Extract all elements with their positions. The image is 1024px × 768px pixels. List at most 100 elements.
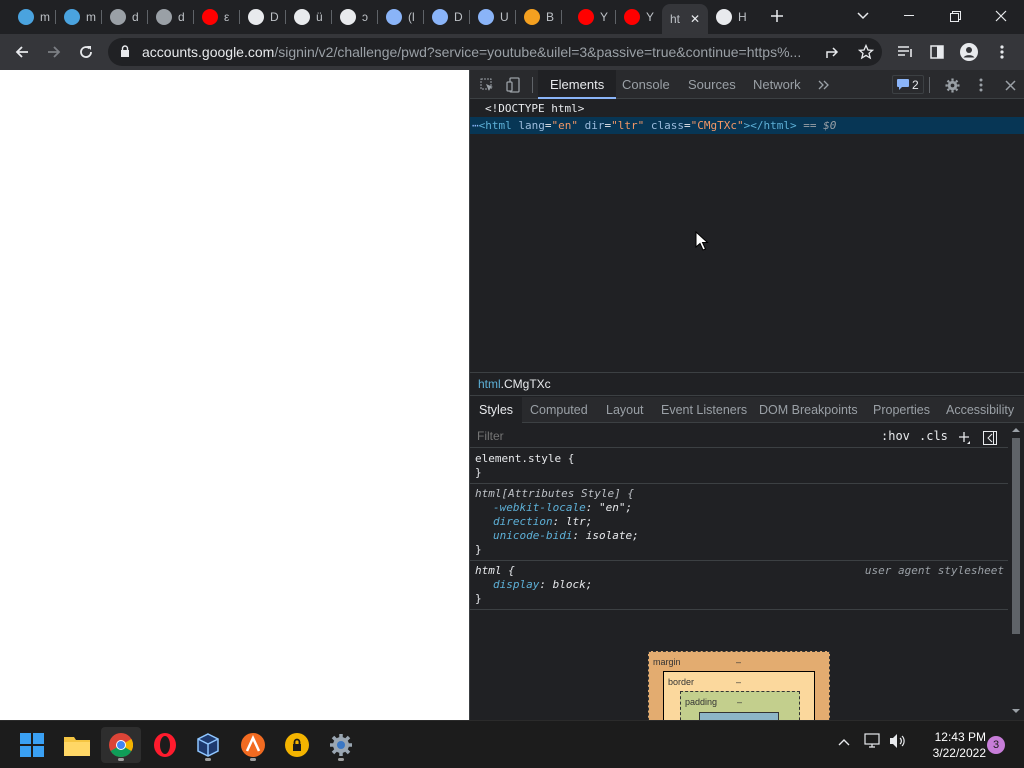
- home-app-icon: [432, 9, 448, 25]
- notification-badge[interactable]: 3: [987, 736, 1005, 754]
- share-button[interactable]: [820, 38, 848, 66]
- close-devtools-icon[interactable]: [1001, 76, 1019, 94]
- css-declaration[interactable]: direction: ltr;: [475, 515, 1006, 529]
- taskbar-vpn-app[interactable]: [233, 727, 273, 763]
- tab-sources[interactable]: Sources: [676, 70, 748, 99]
- tab-elements[interactable]: Elements: [538, 70, 617, 99]
- volume-control[interactable]: [889, 733, 907, 752]
- scroll-down-icon[interactable]: [1012, 708, 1020, 714]
- scroll-up-icon[interactable]: [1012, 427, 1020, 433]
- tab-styles[interactable]: Styles: [470, 397, 523, 423]
- bookmark-button[interactable]: [852, 38, 880, 66]
- tab-properties[interactable]: Properties: [864, 397, 939, 423]
- taskbar-chrome[interactable]: [101, 727, 141, 763]
- browser-tab[interactable]: D: [424, 4, 470, 30]
- taskbar-opera[interactable]: [145, 727, 185, 763]
- css-prop-value: ltr;: [565, 515, 593, 528]
- browser-tab[interactable]: U: [470, 4, 516, 30]
- close-window-button[interactable]: [978, 0, 1024, 32]
- clock-time: 12:43 PM: [934, 730, 986, 744]
- browser-tab[interactable]: (l: [378, 4, 424, 30]
- forward-button[interactable]: [40, 38, 68, 66]
- tab-title: (l: [408, 10, 415, 24]
- taskbar-virtualbox[interactable]: [188, 727, 228, 763]
- dom-attr-value: "en": [551, 119, 579, 132]
- browser-tab[interactable]: H: [708, 4, 754, 30]
- folder-icon: [64, 737, 90, 756]
- tab-console[interactable]: Console: [610, 70, 682, 99]
- chevron-down-icon: [857, 12, 869, 20]
- css-declaration[interactable]: display: block;: [475, 578, 1006, 592]
- rule-close-brace: }: [475, 592, 482, 605]
- reload-button[interactable]: [72, 38, 100, 66]
- tab-search-button[interactable]: [840, 0, 886, 32]
- rule-html-ua[interactable]: user agent stylesheet html { display: bl…: [470, 561, 1010, 610]
- inspect-element-icon[interactable]: [478, 76, 496, 94]
- css-declaration[interactable]: unicode-bidi: isolate;: [475, 529, 1006, 543]
- browser-tab[interactable]: ht ✕: [662, 4, 708, 34]
- hover-state-toggle[interactable]: :hov: [881, 424, 910, 448]
- tab-network[interactable]: Network: [741, 70, 813, 99]
- browser-tab[interactable]: d: [148, 4, 194, 30]
- tab-event-listeners[interactable]: Event Listeners: [652, 397, 756, 423]
- more-tabs-icon[interactable]: [815, 76, 833, 94]
- breadcrumb-item-html[interactable]: html.CMgTXc: [476, 373, 553, 395]
- browser-tab[interactable]: ɔ: [332, 4, 378, 30]
- tab-accessibility[interactable]: Accessibility: [937, 397, 1023, 423]
- tab-title: D: [454, 10, 463, 24]
- network-status[interactable]: [864, 733, 882, 752]
- rule-attributes-style[interactable]: html[Attributes Style] { -webkit-locale:…: [470, 484, 1010, 561]
- bot-icon: [524, 9, 540, 25]
- dom-node-html[interactable]: ⋯<html lang="en" dir="ltr" class="CMgTXc…: [470, 117, 1024, 134]
- edge-fish-icon: [64, 9, 80, 25]
- browser-tab[interactable]: ε: [194, 4, 240, 30]
- restore-button[interactable]: [932, 0, 978, 32]
- device-toolbar-icon[interactable]: [504, 76, 522, 94]
- system-clock[interactable]: 12:43 PM 3/22/2022: [908, 729, 986, 761]
- close-tab-icon[interactable]: ✕: [690, 12, 700, 26]
- box-model-padding-value: –: [737, 697, 743, 707]
- styles-scrollbar[interactable]: [1008, 424, 1023, 720]
- side-panel-button[interactable]: [923, 38, 951, 66]
- browser-tab[interactable]: m: [56, 4, 102, 30]
- taskbar-password-manager[interactable]: [277, 727, 317, 763]
- tab-title: ε: [224, 10, 230, 24]
- styles-filter-input[interactable]: [472, 426, 868, 446]
- tab-layout[interactable]: Layout: [597, 397, 653, 423]
- profile-button[interactable]: [955, 38, 983, 66]
- menu-button[interactable]: [988, 38, 1016, 66]
- devtools-menu-icon[interactable]: [972, 76, 990, 94]
- browser-tab[interactable]: Y: [616, 4, 662, 30]
- css-declaration[interactable]: -webkit-locale: "en";: [475, 501, 1006, 515]
- windows-taskbar: 12:43 PM 3/22/2022 3: [0, 720, 1024, 768]
- side-panel-icon: [930, 45, 944, 59]
- scroll-thumb[interactable]: [1012, 438, 1020, 634]
- tab-computed[interactable]: Computed: [521, 397, 597, 423]
- breadcrumb-tag: html: [478, 377, 501, 391]
- rule-element-style[interactable]: element.style { }: [470, 449, 1010, 484]
- browser-tab[interactable]: ü: [286, 4, 332, 30]
- settings-gear-icon[interactable]: [943, 76, 961, 94]
- box-model-padding-label: padding: [685, 697, 718, 707]
- browser-tab[interactable]: m: [10, 4, 56, 30]
- reading-list-button[interactable]: [891, 38, 919, 66]
- tab-dom-breakpoints[interactable]: DOM Breakpoints: [750, 397, 867, 423]
- new-tab-button[interactable]: [754, 0, 800, 32]
- class-toggle[interactable]: .cls: [919, 424, 948, 448]
- dom-doctype[interactable]: <!DOCTYPE html>: [470, 100, 1024, 117]
- tab-strip: m m d d ε Dü ɔ (l D U B Y Yht ✕ H: [0, 0, 1024, 34]
- browser-tab[interactable]: D: [240, 4, 286, 30]
- browser-tab[interactable]: B: [516, 4, 562, 30]
- browser-tab[interactable]: d: [102, 4, 148, 30]
- tab-title: ɔ: [362, 10, 368, 24]
- browser-tab[interactable]: Y: [570, 4, 616, 30]
- address-bar[interactable]: accounts.google.com/signin/v2/challenge/…: [108, 38, 882, 66]
- taskbar-settings[interactable]: [321, 727, 361, 763]
- rule-close-brace: }: [475, 543, 482, 556]
- back-button[interactable]: [8, 38, 36, 66]
- issues-counter[interactable]: 2: [892, 75, 924, 94]
- show-hidden-icons-button[interactable]: [838, 733, 850, 749]
- taskbar-file-explorer[interactable]: [57, 727, 97, 763]
- start-button[interactable]: [12, 727, 52, 763]
- minimize-button[interactable]: [886, 0, 932, 32]
